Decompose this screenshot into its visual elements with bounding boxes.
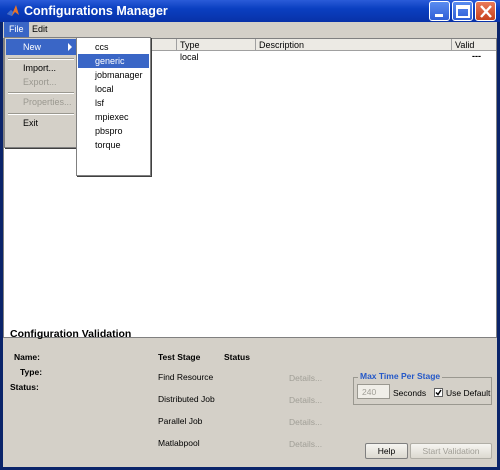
menu-edit[interactable]: Edit [27,22,53,37]
menu-bar: File Edit [3,22,497,37]
new-submenu: ccs generic jobmanager local lsf mpiexec… [76,37,151,176]
menu-file[interactable]: File [4,22,29,37]
use-default-label: Use Default [446,388,491,398]
details-link-matlabpool[interactable]: Details... [289,439,322,449]
help-button[interactable]: Help [365,443,408,459]
maximize-button[interactable] [452,1,473,21]
check-icon [435,389,442,396]
menu-item-new-label: New [23,42,42,52]
minimize-button[interactable] [429,1,450,21]
column-header-description[interactable]: Description [255,39,451,51]
start-validation-button[interactable]: Start Validation [410,443,492,459]
stage-matlabpool: Matlabpool [158,438,200,448]
menu-item-properties[interactable]: Properties... [6,94,76,110]
title-bar[interactable]: Configurations Manager [0,0,500,22]
details-link-find-resource[interactable]: Details... [289,373,322,383]
seconds-label: Seconds [393,388,427,398]
submenu-item-pbspro[interactable]: pbspro [78,124,149,138]
status-label: Status: [10,382,39,392]
submenu-item-lsf[interactable]: lsf [78,96,149,110]
submenu-item-ccs[interactable]: ccs [78,40,149,54]
menu-item-exit[interactable]: Exit [6,115,76,131]
name-label: Name: [14,352,40,362]
submenu-arrow-icon [68,43,72,51]
submenu-item-generic[interactable]: generic [78,54,149,68]
maximize-icon [456,5,470,18]
file-menu-dropdown: New Import... Export... Properties... Ex… [4,37,78,148]
configurations-manager-window: Configurations Manager File Edit Type De… [0,0,500,470]
close-icon [480,5,492,18]
menu-item-export[interactable]: Export... [6,74,76,90]
cell-type: local [180,52,199,62]
validation-title: Configuration Validation [10,328,132,340]
column-header-valid[interactable]: Valid [451,39,496,51]
minimize-icon [435,14,443,17]
status-header: Status [224,352,250,362]
test-stage-header: Test Stage [158,352,201,362]
close-button[interactable] [475,1,496,21]
submenu-item-local[interactable]: local [78,82,149,96]
max-time-input[interactable]: 240 [357,384,390,399]
type-label: Type: [20,367,43,377]
column-header-type[interactable]: Type [176,39,255,51]
cell-valid: --- [472,51,481,61]
configuration-validation-panel: Configuration Validation Name: Type: Sta… [3,322,497,467]
stage-distributed-job: Distributed Job [158,394,215,404]
submenu-item-jobmanager[interactable]: jobmanager [78,68,149,82]
submenu-item-torque[interactable]: torque [78,138,149,152]
window-title: Configurations Manager [24,4,168,18]
stage-parallel-job: Parallel Job [158,416,203,426]
matlab-logo-icon [7,5,19,16]
details-link-distributed-job[interactable]: Details... [289,395,322,405]
submenu-item-mpiexec[interactable]: mpiexec [78,110,149,124]
stage-find-resource: Find Resource [158,372,214,382]
client-area: File Edit Type Description Valid local -… [3,22,497,467]
use-default-checkbox[interactable] [434,388,443,397]
max-time-title: Max Time Per Stage [358,371,443,381]
menu-item-new[interactable]: New [6,39,76,55]
details-link-parallel-job[interactable]: Details... [289,417,322,427]
